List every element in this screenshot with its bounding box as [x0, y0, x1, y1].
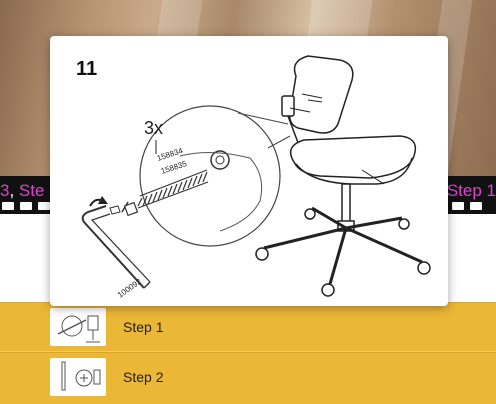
step-list: Step 1 Step 2 — [0, 302, 496, 402]
filmstrip-right-text: Step 1 — [446, 181, 496, 200]
office-chair-icon — [255, 55, 431, 297]
tool-number: 100092 — [116, 277, 143, 300]
step-detail-modal: 11 3x 158834 158835 100092 — [50, 36, 448, 306]
allen-key-icon — [81, 196, 151, 289]
step-2-label[interactable]: Step 2 — [123, 353, 163, 401]
step-row-2[interactable]: Step 2 — [0, 352, 496, 402]
filmstrip-separator: , — [9, 181, 19, 200]
step-1-label[interactable]: Step 1 — [123, 303, 163, 351]
quantity-text: 3x — [144, 118, 163, 138]
assembly-illustration: 3x 158834 158835 100092 — [81, 55, 431, 300]
filmstrip-step-word: Ste — [18, 181, 45, 200]
bottom-strip — [0, 400, 496, 404]
step-2-thumbnail[interactable] — [50, 358, 106, 396]
step-row-1[interactable]: Step 1 — [0, 302, 496, 352]
step-1-thumbnail[interactable] — [50, 308, 106, 346]
